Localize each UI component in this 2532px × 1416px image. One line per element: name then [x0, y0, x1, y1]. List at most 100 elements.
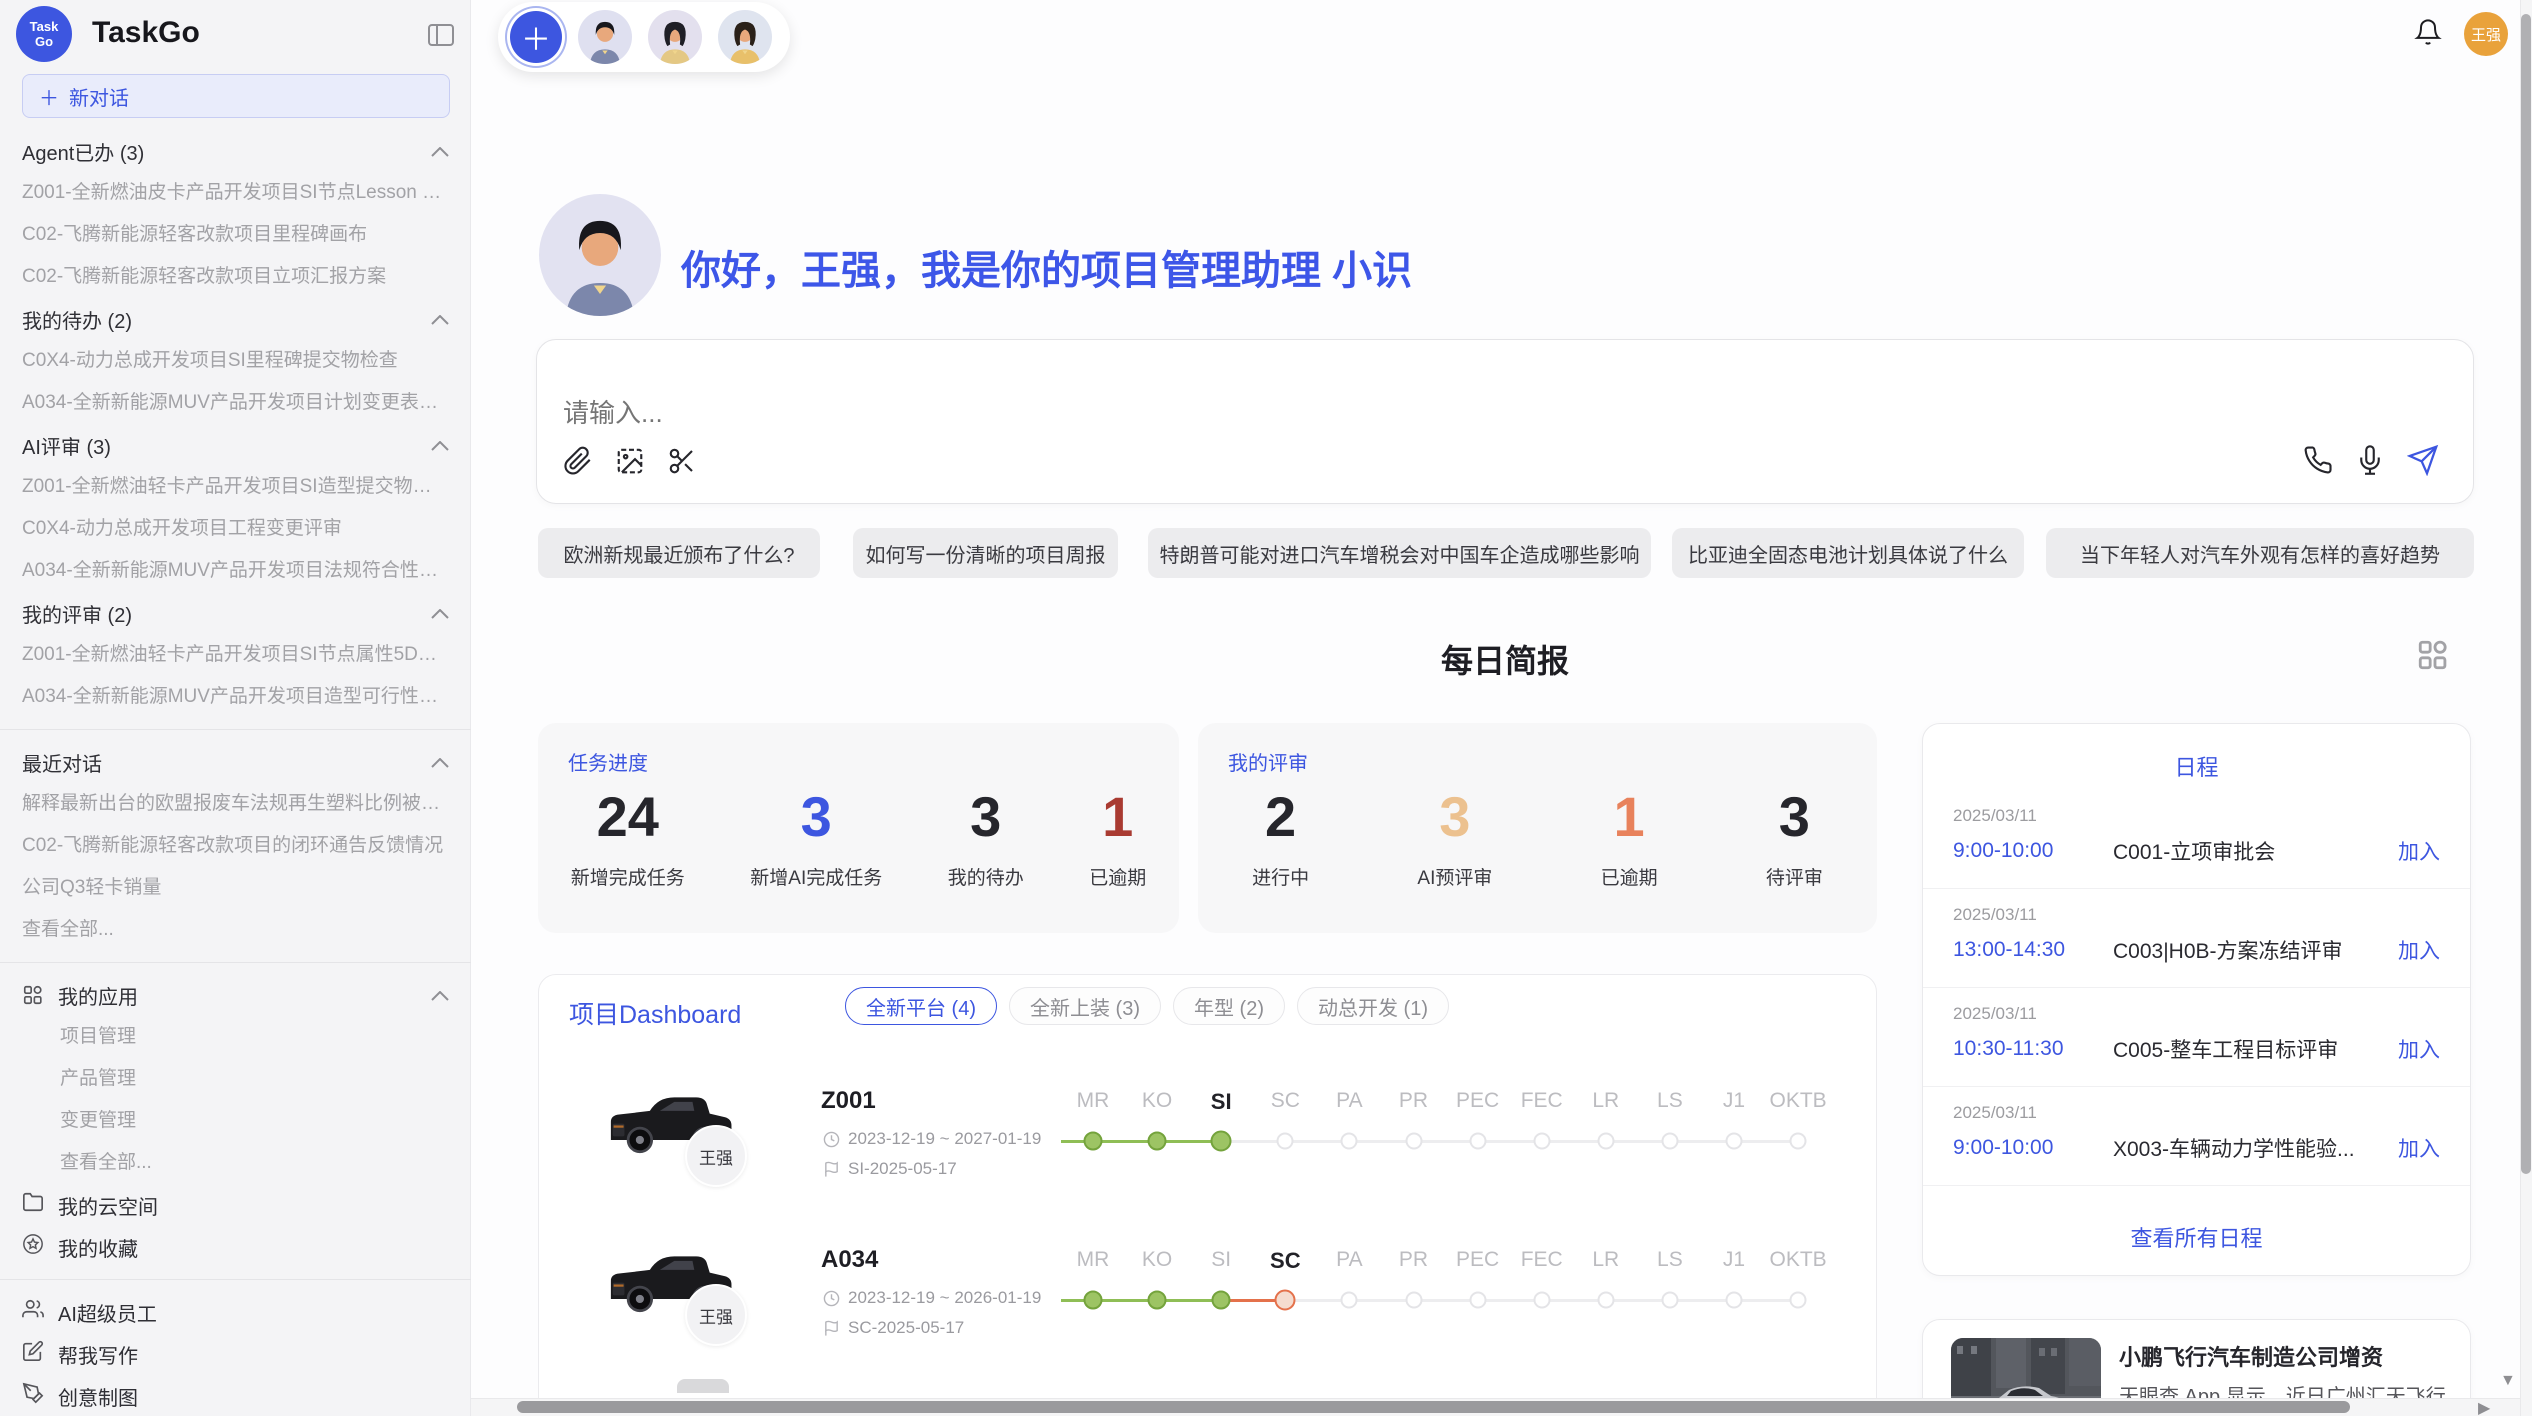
sidebar-task-item[interactable]: A034-全新新能源MUV产品开发项目法规符合性评审 — [0, 550, 471, 592]
suggestion-chip[interactable]: 如何写一份清晰的项目周报 — [853, 528, 1118, 578]
scissors-icon[interactable] — [667, 446, 697, 481]
notifications-bell-icon[interactable] — [2414, 18, 2442, 51]
cloud-folder-icon — [22, 1191, 44, 1219]
milestone-label: KO — [1142, 1089, 1172, 1113]
my-review-card: 我的评审 2进行中3AI预评审1已逾期3待评审 — [1198, 723, 1877, 933]
sidebar-task-item[interactable]: Z001-全新燃油皮卡产品开发项目SI节点Lesson Learn报告 — [0, 172, 471, 214]
vertical-scrollbar-thumb[interactable] — [2521, 14, 2531, 1174]
project-code[interactable]: Z001 — [821, 1087, 876, 1115]
milestone-label: PR — [1399, 1248, 1428, 1272]
suggestion-chip[interactable]: 特朗普可能对进口汽车增税会对中国车企造成哪些影响 — [1148, 528, 1651, 578]
dashboard-tab[interactable]: 动总开发 (1) — [1297, 987, 1449, 1025]
suggestion-chip[interactable]: 欧洲新规最近颁布了什么? — [538, 528, 820, 578]
app-item[interactable]: 项目管理 — [0, 1016, 471, 1058]
sidebar-item-label: 帮我写作 — [58, 1340, 138, 1369]
sidebar-tool-drawing[interactable]: 创意制图 — [0, 1375, 471, 1416]
sidebar-collapse-icon[interactable] — [428, 24, 454, 51]
scroll-right-arrow[interactable]: ▶ — [2478, 1398, 2490, 1416]
suggestion-chip[interactable]: 当下年轻人对汽车外观有怎样的喜好趋势 — [2046, 528, 2474, 578]
stat-item: 3待评审 — [1766, 785, 1823, 890]
sidebar-item-star[interactable]: 我的收藏 — [0, 1226, 471, 1268]
user-avatar[interactable]: 王强 — [2464, 12, 2508, 56]
chevron-up-icon[interactable] — [431, 751, 449, 774]
new-chat-button[interactable]: ＋ 新对话 — [22, 74, 450, 118]
sidebar-section-2-label: AI评审 (3) — [22, 431, 111, 460]
app-item[interactable]: 查看全部... — [0, 1142, 471, 1184]
sidebar-task-item[interactable]: Z001-全新燃油轻卡产品开发项目SI造型提交物评审 — [0, 466, 471, 508]
timeline-segment — [1285, 1140, 1349, 1143]
sidebar-divider — [0, 729, 471, 730]
project-dates: 2023-12-19 ~ 2026-01-19 — [848, 1288, 1041, 1308]
join-meeting-link[interactable]: 加入 — [2398, 935, 2440, 965]
sidebar: Task Go TaskGo ＋ 新对话 Agent已办 (3)Z001-全新燃… — [0, 0, 471, 1416]
recent-chat-item[interactable]: 公司Q3轻卡销量 — [0, 867, 471, 909]
recent-chat-item[interactable]: C02-飞腾新能源轻客改款项目的闭环通告反馈情况 — [0, 825, 471, 867]
chevron-up-icon[interactable] — [431, 308, 449, 331]
voice-call-icon[interactable] — [2303, 445, 2333, 480]
scroll-down-arrow[interactable]: ▼ — [2500, 1372, 2516, 1390]
send-icon[interactable] — [2407, 444, 2439, 481]
dashboard-tab[interactable]: 年型 (2) — [1173, 987, 1285, 1025]
milestone-label: LS — [1657, 1248, 1683, 1272]
suggestion-chip[interactable]: 比亚迪全固态电池计划具体说了什么 — [1672, 528, 2024, 578]
plus-icon: ＋ — [39, 82, 59, 111]
sidebar-tool-writing[interactable]: 帮我写作 — [0, 1333, 471, 1375]
microphone-icon[interactable] — [2355, 445, 2385, 480]
chat-input[interactable] — [563, 398, 1963, 429]
join-meeting-link[interactable]: 加入 — [2398, 836, 2440, 866]
new-session-button[interactable]: ＋ — [510, 11, 562, 63]
dashboard-tab[interactable]: 全新平台 (4) — [845, 987, 997, 1025]
project-owner-badge: 王强 — [685, 1125, 747, 1187]
chevron-up-icon[interactable] — [431, 602, 449, 625]
briefing-title: 每日简报 — [536, 636, 2474, 682]
milestone-dot — [1341, 1292, 1358, 1309]
attachment-icon[interactable] — [563, 446, 593, 481]
sidebar-task-item[interactable]: A034-全新新能源MUV产品开发项目造型可行性评审 — [0, 676, 471, 718]
chevron-up-icon[interactable] — [431, 434, 449, 457]
screenshot-icon[interactable] — [615, 446, 645, 481]
sidebar-section-1-label: 我的待办 (2) — [22, 305, 132, 334]
sidebar-task-item[interactable]: A034-全新新能源MUV产品开发项目计划变更表编写 — [0, 382, 471, 424]
sidebar-section-2[interactable]: AI评审 (3) — [0, 424, 471, 466]
milestone-label: SC — [1270, 1248, 1301, 1274]
app-item[interactable]: 产品管理 — [0, 1058, 471, 1100]
join-meeting-link[interactable]: 加入 — [2398, 1133, 2440, 1163]
schedule-date: 2025/03/11 — [1953, 806, 2440, 826]
sidebar-section-recent[interactable]: 最近对话 — [0, 741, 471, 783]
join-meeting-link[interactable]: 加入 — [2398, 1034, 2440, 1064]
milestone-label: SI — [1211, 1248, 1231, 1272]
sidebar-section-my-apps[interactable]: 我的应用 — [0, 974, 471, 1016]
sidebar-task-item[interactable]: C0X4-动力总成开发项目工程变更评审 — [0, 508, 471, 550]
sidebar-section-1[interactable]: 我的待办 (2) — [0, 298, 471, 340]
sidebar-section-3[interactable]: 我的评审 (2) — [0, 592, 471, 634]
session-avatar-2[interactable] — [648, 10, 702, 64]
schedule-time: 13:00-14:30 — [1953, 938, 2113, 962]
sidebar-task-item[interactable]: C0X4-动力总成开发项目SI里程碑提交物检查 — [0, 340, 471, 382]
recent-chat-item[interactable]: 解释最新出台的欧盟报废车法规再生塑料比例被调至15%... — [0, 783, 471, 825]
stat-item: 24新增完成任务 — [571, 785, 685, 890]
view-all-schedule-link[interactable]: 查看所有日程 — [1923, 1221, 2470, 1253]
milestone-label: OKTB — [1770, 1089, 1827, 1113]
stat-item: 3新增AI完成任务 — [750, 785, 882, 890]
recent-view-all-link[interactable]: 查看全部... — [0, 909, 471, 951]
briefing-layout-icon[interactable] — [2416, 638, 2450, 677]
app-item[interactable]: 变更管理 — [0, 1100, 471, 1142]
sidebar-task-item[interactable]: Z001-全新燃油轻卡产品开发项目SI节点属性5D文件评审 — [0, 634, 471, 676]
sidebar-tool-ai-staff[interactable]: AI超级员工 — [0, 1291, 471, 1333]
sidebar-task-item[interactable]: C02-飞腾新能源轻客改款项目立项汇报方案 — [0, 256, 471, 298]
sidebar-item-cloud-folder[interactable]: 我的云空间 — [0, 1184, 471, 1226]
milestone-label: J1 — [1723, 1089, 1745, 1113]
chevron-up-icon[interactable] — [431, 984, 449, 1007]
stat-value: 1 — [1089, 785, 1146, 849]
session-avatar-3[interactable] — [718, 10, 772, 64]
sidebar-task-item[interactable]: C02-飞腾新能源轻客改款项目里程碑画布 — [0, 214, 471, 256]
stat-value: 1 — [1601, 785, 1658, 849]
project-code[interactable]: A034 — [821, 1246, 878, 1274]
dashboard-tab[interactable]: 全新上装 (3) — [1009, 987, 1161, 1025]
horizontal-scrollbar-thumb[interactable] — [517, 1401, 2350, 1413]
chevron-up-icon[interactable] — [431, 140, 449, 163]
stat-value: 3 — [948, 785, 1024, 849]
sidebar-section-0[interactable]: Agent已办 (3) — [0, 130, 471, 172]
session-avatar-1[interactable] — [578, 10, 632, 64]
composer-attachments — [563, 446, 697, 481]
